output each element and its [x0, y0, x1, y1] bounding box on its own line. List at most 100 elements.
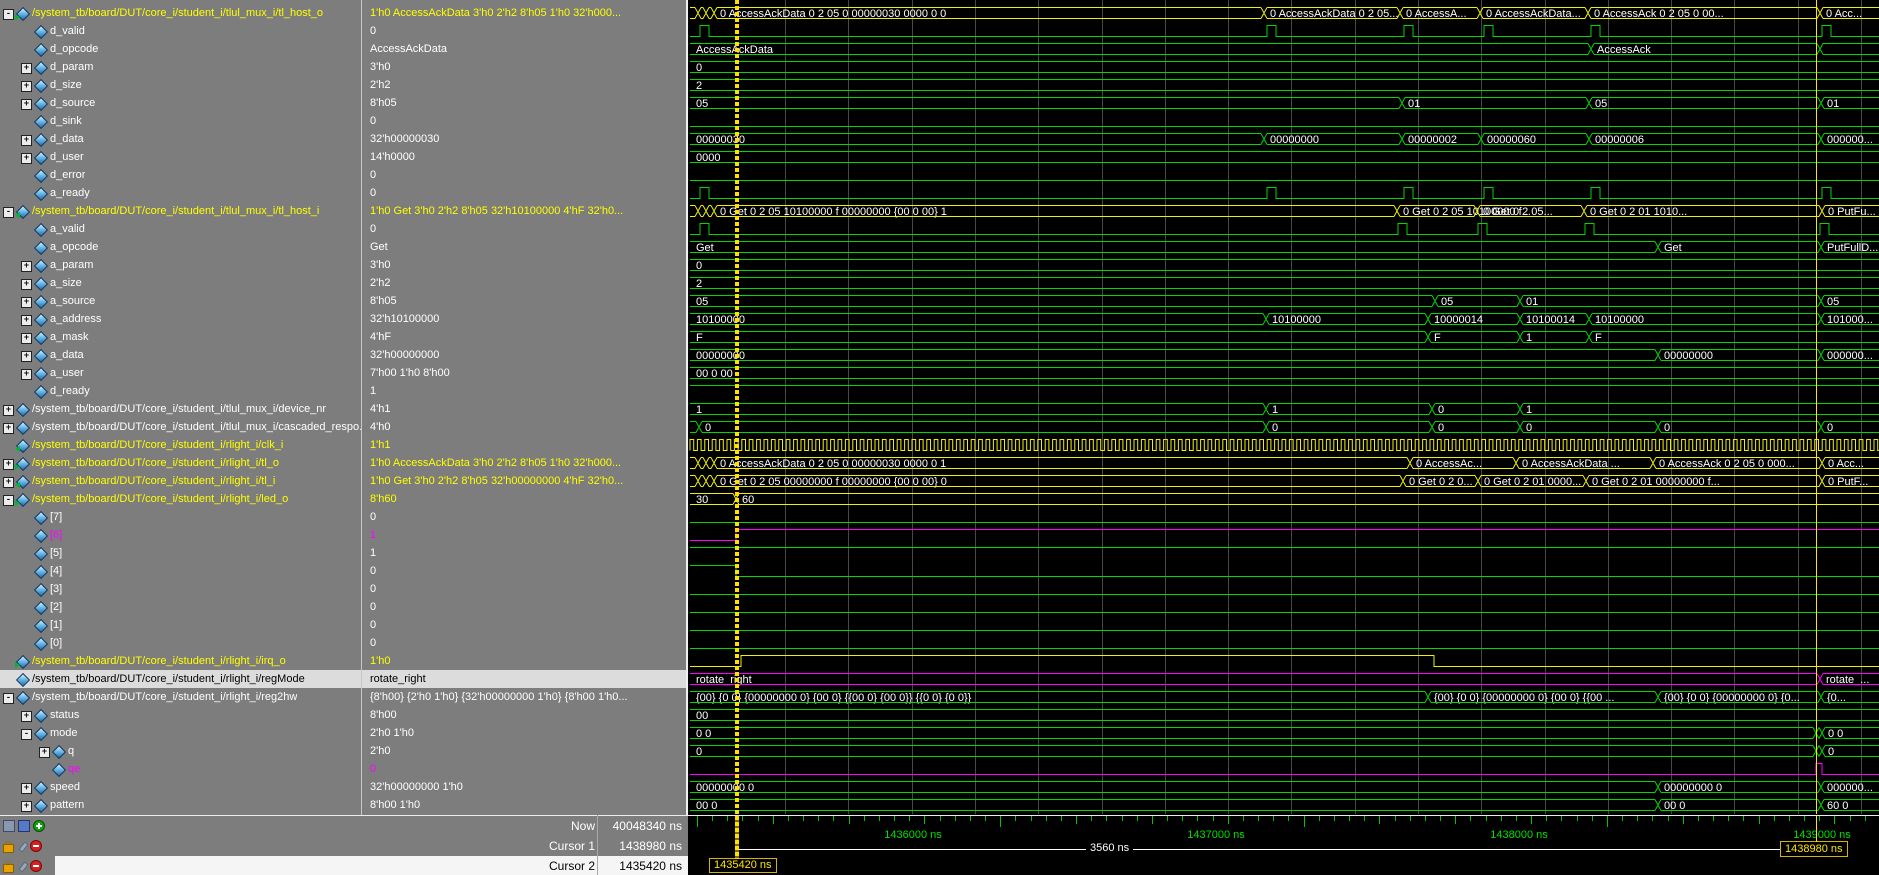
signal-wave[interactable]: FF1F: [690, 331, 1879, 345]
signal-value-row[interactable]: 2'h2: [362, 76, 686, 94]
signal-wave[interactable]: 0 Get 0 2 05 10100000 f 00000000 {00 0 0…: [690, 205, 1879, 219]
signal-wave[interactable]: {00} {0 0} {00000000 0} {00 0} {{00 0} {…: [690, 691, 1879, 705]
signal-row[interactable]: [3]: [0, 580, 361, 598]
signal-value-row[interactable]: Get: [362, 238, 686, 256]
signal-wave[interactable]: 0: [690, 61, 1879, 75]
signal-value-row[interactable]: 32'h00000000: [362, 346, 686, 364]
signal-row[interactable]: [4]: [0, 562, 361, 580]
signal-row[interactable]: d_sink: [0, 112, 361, 130]
expander-toggle[interactable]: +: [21, 800, 32, 812]
signal-value-row[interactable]: 32'h10100000: [362, 310, 686, 328]
signal-value-row[interactable]: AccessAckData: [362, 40, 686, 58]
signal-wave[interactable]: 05 01 05 01: [690, 97, 1879, 111]
signal-row[interactable]: - /system_tb/board/DUT/core_i/student_i/r…: [0, 688, 361, 706]
wrench-icon[interactable]: [17, 841, 27, 852]
signal-value-row[interactable]: 14'h0000: [362, 148, 686, 166]
expander-toggle[interactable]: +: [39, 746, 50, 758]
signal-value-row[interactable]: 2'h0 1'h0: [362, 724, 686, 742]
cursor2-line[interactable]: [735, 816, 739, 859]
signal-wave[interactable]: 00000000 0 00000000 0 000000...: [690, 781, 1879, 795]
signal-wave[interactable]: 0 Get 0 2 05 00000000 f 00000000 {00 0 0…: [690, 475, 1879, 489]
signal-value-row[interactable]: 0: [362, 22, 686, 40]
signal-wave[interactable]: 1101: [690, 403, 1879, 417]
signal-wave[interactable]: Get Get PutFullD...: [690, 241, 1879, 255]
signal-value-row[interactable]: 0: [362, 616, 686, 634]
signal-wave[interactable]: [690, 565, 1879, 577]
signal-wave[interactable]: [690, 529, 1879, 541]
signal-row[interactable]: - mode: [0, 724, 361, 742]
cursor2-row-icons[interactable]: [0, 860, 55, 873]
signal-value-row[interactable]: 8'h00 1'h0: [362, 796, 686, 814]
signal-value-row[interactable]: 0: [362, 166, 686, 184]
signal-row[interactable]: + d_user: [0, 148, 361, 166]
signal-row[interactable]: + d_size: [0, 76, 361, 94]
signal-row[interactable]: [6]: [0, 526, 361, 544]
signal-row[interactable]: + /system_tb/board/DUT/core_i/student_i/r…: [0, 472, 361, 490]
signal-row[interactable]: [1]: [0, 616, 361, 634]
signal-value-row[interactable]: 32'h00000030: [362, 130, 686, 148]
signal-value-row[interactable]: 0: [362, 598, 686, 616]
expander-toggle[interactable]: +: [21, 368, 32, 380]
rename-icon[interactable]: [18, 820, 30, 832]
signal-row[interactable]: - /system_tb/board/DUT/core_i/student_i/t…: [0, 4, 361, 22]
signal-row[interactable]: + a_data: [0, 346, 361, 364]
signal-row[interactable]: d_ready: [0, 382, 361, 400]
signal-wave[interactable]: 05 05 01 05: [690, 295, 1879, 309]
signal-wave[interactable]: 00 0 00 0 60 0: [690, 799, 1879, 813]
signal-value-row[interactable]: 0: [362, 580, 686, 598]
expander-toggle[interactable]: +: [21, 278, 32, 290]
signal-value-row[interactable]: 0: [362, 634, 686, 652]
expander-toggle[interactable]: +: [3, 404, 14, 416]
signal-row[interactable]: d_error: [0, 166, 361, 184]
signal-wave[interactable]: 0 00 0: [690, 727, 1879, 741]
expander-toggle[interactable]: +: [3, 422, 14, 434]
expander-toggle[interactable]: +: [21, 98, 32, 110]
signal-value-row[interactable]: 1: [362, 544, 686, 562]
signal-value-row[interactable]: 1'h0 AccessAckData 3'h0 2'h2 8'h05 1'h0 …: [362, 454, 686, 472]
signal-row[interactable]: [2]: [0, 598, 361, 616]
signal-wave[interactable]: rotate_right rotate_...: [690, 673, 1879, 687]
signal-wave[interactable]: [690, 655, 1879, 667]
lock-icon[interactable]: [3, 840, 14, 853]
remove-cursor-icon[interactable]: [30, 840, 42, 852]
signal-row[interactable]: /system_tb/board/DUT/core_i/student_i/rl…: [0, 436, 361, 454]
signal-value-row[interactable]: 32'h00000000 1'h0: [362, 778, 686, 796]
signal-value-row[interactable]: 3'h0: [362, 58, 686, 76]
signal-row[interactable]: + a_mask: [0, 328, 361, 346]
expander-toggle[interactable]: +: [21, 80, 32, 92]
expander-toggle[interactable]: -: [21, 728, 32, 740]
signal-value-row[interactable]: 1'h0 Get 3'h0 2'h2 8'h05 32'h00000000 4'…: [362, 472, 686, 490]
signal-row[interactable]: - /system_tb/board/DUT/core_i/student_i/t…: [0, 202, 361, 220]
timeline-area[interactable]: 1436000 ns 1437000 ns 1438000 ns 1439000 ns…: [688, 816, 1879, 875]
expander-toggle[interactable]: -: [3, 206, 14, 218]
signal-value-row[interactable]: 8'h00: [362, 706, 686, 724]
signal-row[interactable]: a_opcode: [0, 238, 361, 256]
signal-row[interactable]: d_valid: [0, 22, 361, 40]
cursor2-time-box[interactable]: 1435420 ns: [709, 858, 777, 873]
signal-value-row[interactable]: 0: [362, 508, 686, 526]
cursor1-line[interactable]: [1816, 816, 1817, 842]
signal-row[interactable]: /system_tb/board/DUT/core_i/student_i/rl…: [0, 652, 361, 670]
signal-wave[interactable]: 0000: [690, 151, 1879, 165]
signal-value-row[interactable]: 4'h0: [362, 418, 686, 436]
signal-wave[interactable]: 00 0 00: [690, 367, 1879, 381]
signal-row[interactable]: /system_tb/board/DUT/core_i/student_i/rl…: [0, 670, 361, 688]
signal-wave[interactable]: [690, 25, 1879, 37]
timeline-ruler[interactable]: 1436000 ns 1437000 ns 1438000 ns 1439000 ns: [688, 816, 1879, 841]
signal-wave[interactable]: 30 60: [690, 493, 1879, 507]
signal-value-row[interactable]: 1'h0 AccessAckData 3'h0 2'h2 8'h05 1'h0 …: [362, 4, 686, 22]
signal-wave[interactable]: [690, 763, 1879, 775]
wrench-icon[interactable]: [17, 861, 27, 872]
expander-toggle[interactable]: +: [3, 476, 14, 488]
signal-value-row[interactable]: 3'h0: [362, 256, 686, 274]
signal-value-row[interactable]: 1: [362, 382, 686, 400]
expander-toggle[interactable]: +: [21, 710, 32, 722]
signal-row[interactable]: + d_param: [0, 58, 361, 76]
signal-row[interactable]: + pattern: [0, 796, 361, 814]
signal-value-row[interactable]: rotate_right: [362, 670, 686, 688]
signal-row[interactable]: [0]: [0, 634, 361, 652]
expander-toggle[interactable]: -: [3, 692, 14, 704]
signal-value-row[interactable]: 0: [362, 112, 686, 130]
signal-wave[interactable]: 0: [690, 259, 1879, 273]
signal-value-row[interactable]: 8'h05: [362, 292, 686, 310]
